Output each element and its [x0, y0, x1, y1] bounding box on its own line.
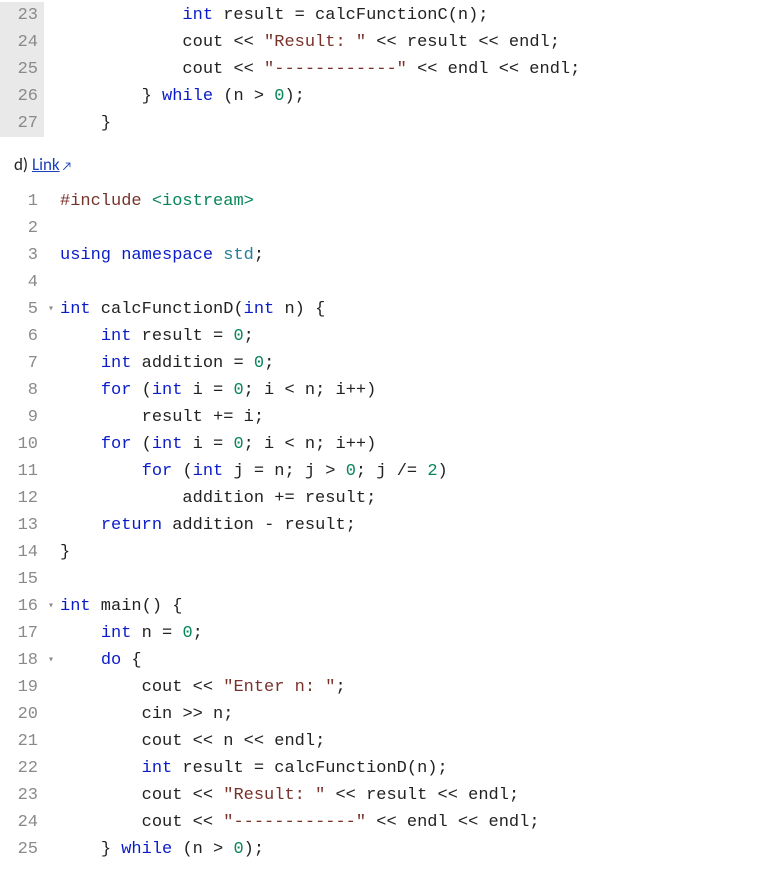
code-line: 13 return addition - result;: [0, 512, 772, 539]
code-content: for (int i = 0; i < n; i++): [58, 377, 376, 404]
fold-toggle-icon[interactable]: ▾: [44, 593, 58, 620]
code-line: 26 } while (n > 0);: [0, 83, 772, 110]
code-line: 2: [0, 215, 772, 242]
code-content: cout << "Enter n: ";: [58, 674, 346, 701]
code-content: int addition = 0;: [58, 350, 274, 377]
code-line: 8 for (int i = 0; i < n; i++): [0, 377, 772, 404]
line-number: 24: [0, 29, 44, 56]
line-number: 22: [0, 755, 44, 782]
code-content: result += i;: [58, 404, 264, 431]
code-line: 22 int result = calcFunctionD(n);: [0, 755, 772, 782]
code-content: cin >> n;: [58, 701, 233, 728]
line-number: 25: [0, 836, 44, 863]
line-number: 7: [0, 350, 44, 377]
code-line: 24 cout << "Result: " << result << endl;: [0, 29, 772, 56]
line-number: 1: [0, 188, 44, 215]
code-content: int main() {: [58, 593, 182, 620]
code-content: int result = calcFunctionC(n);: [58, 2, 489, 29]
line-number: 26: [0, 83, 44, 110]
line-number: 9: [0, 404, 44, 431]
code-line: 21 cout << n << endl;: [0, 728, 772, 755]
page: 23 int result = calcFunctionC(n);24 cout…: [0, 0, 772, 863]
line-number: 24: [0, 809, 44, 836]
line-number: 11: [0, 458, 44, 485]
line-number: 13: [0, 512, 44, 539]
line-number: 10: [0, 431, 44, 458]
line-number: 18: [0, 647, 44, 674]
fold-toggle-icon[interactable]: ▾: [44, 647, 58, 674]
line-number: 27: [0, 110, 44, 137]
code-line: 6 int result = 0;: [0, 323, 772, 350]
code-line: 25 cout << "------------" << endl << end…: [0, 56, 772, 83]
code-line: 5▾int calcFunctionD(int n) {: [0, 296, 772, 323]
code-content: cout << n << endl;: [58, 728, 325, 755]
code-content: cout << "------------" << endl << endl;: [58, 809, 540, 836]
line-number: 25: [0, 56, 44, 83]
code-content: }: [58, 539, 70, 566]
code-line: 19 cout << "Enter n: ";: [0, 674, 772, 701]
code-content: return addition - result;: [58, 512, 356, 539]
code-line: 10 for (int i = 0; i < n; i++): [0, 431, 772, 458]
code-content: do {: [58, 647, 142, 674]
code-block-c-tail: 23 int result = calcFunctionC(n);24 cout…: [0, 2, 772, 137]
line-number: 4: [0, 269, 44, 296]
code-line: 16▾int main() {: [0, 593, 772, 620]
code-line: 3 using namespace std;: [0, 242, 772, 269]
fold-toggle-icon[interactable]: ▾: [44, 296, 58, 323]
code-content: int calcFunctionD(int n) {: [58, 296, 325, 323]
line-number: 23: [0, 2, 44, 29]
section-d-prefix: d): [14, 154, 32, 175]
code-content: for (int j = n; j > 0; j /= 2): [58, 458, 448, 485]
code-line: 9 result += i;: [0, 404, 772, 431]
line-number: 19: [0, 674, 44, 701]
code-line: 18▾ do {: [0, 647, 772, 674]
line-number: 17: [0, 620, 44, 647]
code-line: 27 }: [0, 110, 772, 137]
code-line: 12 addition += result;: [0, 485, 772, 512]
code-line: 1 #include <iostream>: [0, 188, 772, 215]
section-d-link[interactable]: Link: [32, 154, 60, 175]
code-line: 14}: [0, 539, 772, 566]
code-line: 4: [0, 269, 772, 296]
code-block-d: 1 #include <iostream> 23 using namespace st…: [0, 188, 772, 863]
code-line: 23 cout << "Result: " << result << endl;: [0, 782, 772, 809]
code-content: }: [58, 110, 111, 137]
code-content: cout << "Result: " << result << endl;: [58, 782, 519, 809]
code-content: int n = 0;: [58, 620, 203, 647]
line-number: 14: [0, 539, 44, 566]
line-number: 23: [0, 782, 44, 809]
code-content: } while (n > 0);: [58, 836, 264, 863]
line-number: 12: [0, 485, 44, 512]
code-content: int result = calcFunctionD(n);: [58, 755, 448, 782]
line-number: 20: [0, 701, 44, 728]
code-content: int result = 0;: [58, 323, 254, 350]
line-number: 16: [0, 593, 44, 620]
code-content: using namespace std;: [58, 242, 264, 269]
line-number: 3: [0, 242, 44, 269]
code-line: 15: [0, 566, 772, 593]
code-line: 7 int addition = 0;: [0, 350, 772, 377]
line-number: 2: [0, 215, 44, 242]
code-content: addition += result;: [58, 485, 376, 512]
line-number: 6: [0, 323, 44, 350]
line-number: 15: [0, 566, 44, 593]
code-line: 11 for (int j = n; j > 0; j /= 2): [0, 458, 772, 485]
code-line: 23 int result = calcFunctionC(n);: [0, 2, 772, 29]
external-link-icon: ↗: [62, 160, 73, 174]
code-line: 25 } while (n > 0);: [0, 836, 772, 863]
code-content: #include <iostream>: [58, 188, 254, 215]
line-number: 21: [0, 728, 44, 755]
code-line: 24 cout << "------------" << endl << end…: [0, 809, 772, 836]
code-content: for (int i = 0; i < n; i++): [58, 431, 376, 458]
code-content: } while (n > 0);: [58, 83, 305, 110]
code-content: cout << "------------" << endl << endl;: [58, 56, 580, 83]
code-line: 17 int n = 0;: [0, 620, 772, 647]
code-line: 20 cin >> n;: [0, 701, 772, 728]
line-number: 5: [0, 296, 44, 323]
code-content: cout << "Result: " << result << endl;: [58, 29, 560, 56]
section-d-label: d) Link↗: [0, 137, 772, 188]
line-number: 8: [0, 377, 44, 404]
